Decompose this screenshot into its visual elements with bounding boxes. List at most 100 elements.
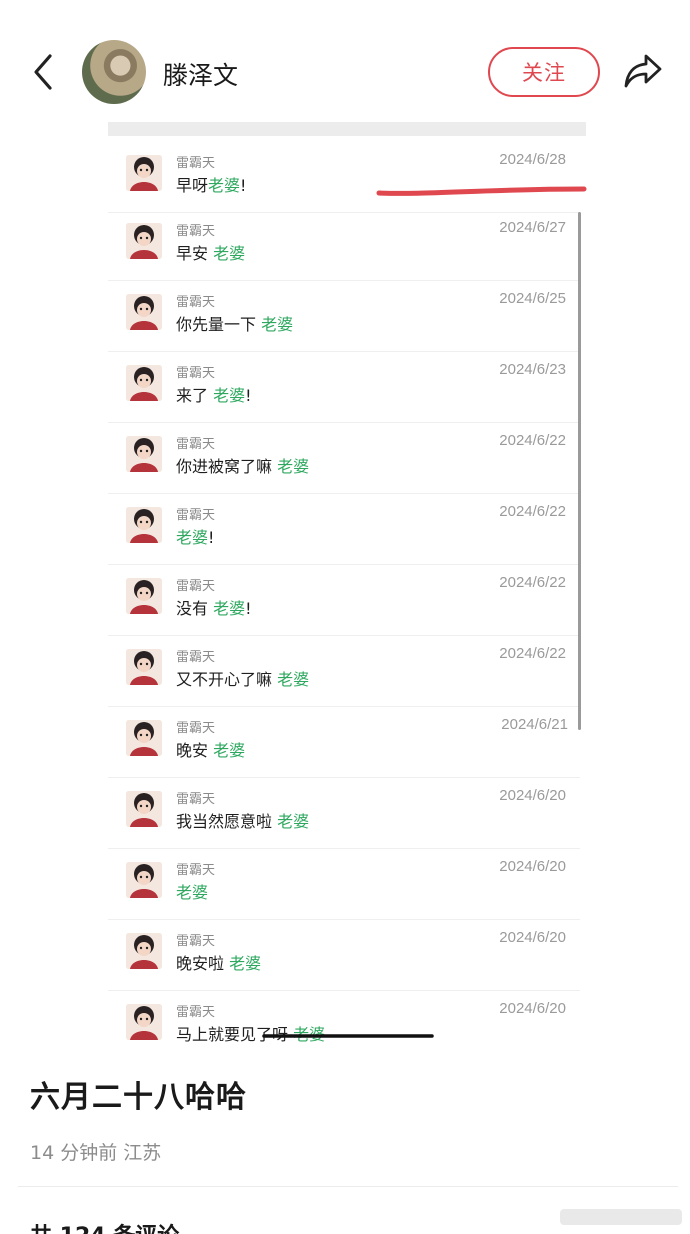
sender-name: 雷霸天 bbox=[176, 1005, 216, 1020]
message-date: 2024/6/22 bbox=[499, 645, 566, 662]
message-row[interactable]: 雷霸天 2024/6/20 我当然愿意啦 老婆 bbox=[108, 778, 580, 849]
sender-name: 雷霸天 bbox=[176, 650, 216, 665]
message-row[interactable]: 雷霸天 2024/6/23 来了 老婆! bbox=[108, 352, 580, 423]
sender-avatar bbox=[126, 649, 162, 685]
message-text: 老婆 bbox=[176, 879, 208, 903]
message-body: 晚安啦 bbox=[176, 954, 230, 973]
sender-avatar bbox=[126, 223, 162, 259]
message-body: 又不开心了嘛 bbox=[176, 670, 278, 689]
follow-button[interactable]: 关注 bbox=[488, 47, 600, 97]
message-text: 早安 老婆 bbox=[176, 240, 245, 264]
message-row[interactable]: 雷霸天 2024/6/21 晚安 老婆 bbox=[108, 707, 580, 778]
watermark-image bbox=[560, 1209, 682, 1225]
message-date: 2024/6/20 bbox=[499, 787, 566, 804]
sender-name: 雷霸天 bbox=[176, 366, 216, 381]
sender-avatar bbox=[126, 862, 162, 898]
message-row[interactable]: 雷霸天 2024/6/28 早呀老婆! bbox=[108, 142, 580, 213]
divider bbox=[18, 1186, 678, 1187]
message-keyword: 老婆 bbox=[277, 812, 310, 831]
message-keyword: 老婆 bbox=[213, 741, 246, 760]
author-name[interactable]: 滕泽文 bbox=[163, 56, 238, 92]
sender-avatar bbox=[126, 155, 162, 191]
sender-avatar-image bbox=[126, 649, 162, 685]
message-row[interactable]: 雷霸天 2024/6/25 你先量一下 老婆 bbox=[108, 281, 580, 352]
chevron-left-icon[interactable] bbox=[28, 52, 60, 92]
message-date: 2024/6/22 bbox=[499, 503, 566, 520]
sender-avatar-image bbox=[126, 933, 162, 969]
scrollbar bbox=[578, 212, 581, 730]
message-text: 晚安啦 老婆 bbox=[176, 950, 261, 974]
message-suffix: ! bbox=[240, 176, 247, 195]
message-date: 2024/6/20 bbox=[499, 1000, 566, 1017]
sender-avatar bbox=[126, 294, 162, 330]
message-body: 早呀 bbox=[176, 176, 209, 195]
message-body: 来了 bbox=[176, 386, 214, 405]
message-date: 2024/6/22 bbox=[499, 574, 566, 591]
sender-avatar-image bbox=[126, 791, 162, 827]
message-body: 早安 bbox=[176, 244, 214, 263]
message-suffix: ! bbox=[245, 386, 252, 405]
message-row[interactable]: 雷霸天 2024/6/20 老婆 bbox=[108, 849, 580, 920]
message-date: 2024/6/27 bbox=[499, 219, 566, 236]
screenshot-top-bar bbox=[108, 122, 586, 136]
share-icon[interactable] bbox=[622, 52, 664, 90]
message-text: 你进被窝了嘛 老婆 bbox=[176, 453, 309, 477]
post-header: 滕泽文 关注 bbox=[0, 0, 690, 130]
sender-name: 雷霸天 bbox=[176, 156, 216, 171]
message-row[interactable]: 雷霸天 2024/6/22 你进被窝了嘛 老婆 bbox=[108, 423, 580, 494]
sender-avatar-image bbox=[126, 578, 162, 614]
post-meta: 14 分钟前 江苏 bbox=[30, 1142, 162, 1164]
sender-name: 雷霸天 bbox=[176, 437, 216, 452]
message-keyword: 老婆 bbox=[176, 528, 209, 547]
message-date: 2024/6/20 bbox=[499, 929, 566, 946]
message-keyword: 老婆 bbox=[261, 315, 294, 334]
sender-avatar-image bbox=[126, 294, 162, 330]
sender-avatar bbox=[126, 578, 162, 614]
message-keyword: 老婆 bbox=[176, 883, 209, 902]
message-text: 又不开心了嘛 老婆 bbox=[176, 666, 309, 690]
message-keyword: 老婆 bbox=[213, 599, 246, 618]
sender-avatar-image bbox=[126, 1004, 162, 1040]
message-body: 我当然愿意啦 bbox=[176, 812, 278, 831]
message-text: 我当然愿意啦 老婆 bbox=[176, 808, 309, 832]
sender-avatar-image bbox=[126, 436, 162, 472]
post-title: 六月二十八哈哈 bbox=[30, 1080, 247, 1115]
message-text: 老婆! bbox=[176, 524, 214, 548]
sender-name: 雷霸天 bbox=[176, 508, 216, 523]
message-row[interactable]: 雷霸天 2024/6/27 早安 老婆 bbox=[108, 210, 580, 281]
message-row[interactable]: 雷霸天 2024/6/22 没有 老婆! bbox=[108, 565, 580, 636]
sender-avatar-image bbox=[126, 223, 162, 259]
message-body: 你先量一下 bbox=[176, 315, 262, 334]
sender-name: 雷霸天 bbox=[176, 721, 216, 736]
sender-avatar bbox=[126, 720, 162, 756]
message-date: 2024/6/20 bbox=[499, 858, 566, 875]
message-text: 没有 老婆! bbox=[176, 595, 252, 619]
sender-avatar bbox=[126, 507, 162, 543]
message-row[interactable]: 雷霸天 2024/6/22 又不开心了嘛 老婆 bbox=[108, 636, 580, 707]
message-keyword: 老婆 bbox=[229, 954, 262, 973]
sender-avatar-image bbox=[126, 507, 162, 543]
message-row[interactable]: 雷霸天 2024/6/20 晚安啦 老婆 bbox=[108, 920, 580, 991]
message-keyword: 老婆 bbox=[213, 386, 246, 405]
message-date: 2024/6/25 bbox=[499, 290, 566, 307]
message-text: 来了 老婆! bbox=[176, 382, 252, 406]
sender-name: 雷霸天 bbox=[176, 934, 216, 949]
message-date: 2024/6/28 bbox=[499, 151, 566, 168]
message-text: 早呀老婆! bbox=[176, 172, 246, 196]
message-body: 晚安 bbox=[176, 741, 214, 760]
sender-avatar bbox=[126, 365, 162, 401]
message-keyword: 老婆 bbox=[277, 670, 310, 689]
message-suffix: ! bbox=[208, 528, 215, 547]
comments-count[interactable]: 共 124 条评论 ⌄ bbox=[30, 1218, 205, 1234]
sender-name: 雷霸天 bbox=[176, 295, 216, 310]
sender-avatar-image bbox=[126, 365, 162, 401]
sender-avatar bbox=[126, 791, 162, 827]
author-avatar[interactable] bbox=[82, 40, 146, 104]
message-keyword: 老婆 bbox=[208, 176, 241, 195]
sender-avatar bbox=[126, 933, 162, 969]
message-body: 没有 bbox=[176, 599, 214, 618]
red-underline-annotation bbox=[376, 186, 587, 196]
sender-name: 雷霸天 bbox=[176, 792, 216, 807]
message-row[interactable]: 雷霸天 2024/6/22 老婆! bbox=[108, 494, 580, 565]
sender-name: 雷霸天 bbox=[176, 224, 216, 239]
